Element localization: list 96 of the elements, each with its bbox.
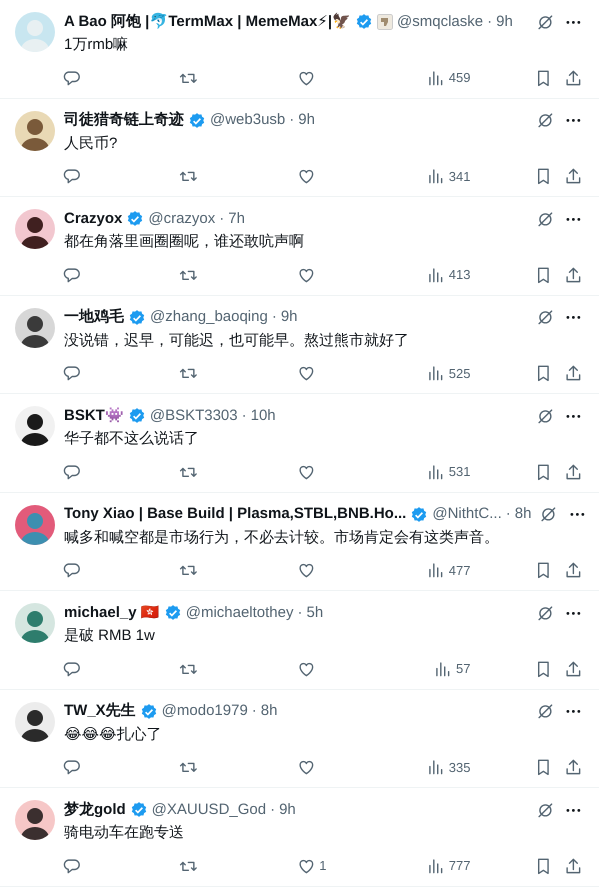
grok-icon[interactable] [536,604,554,622]
views-button[interactable]: 525 [426,364,470,384]
reply-button[interactable] [62,364,81,383]
like-button[interactable] [296,561,316,580]
reply-button[interactable] [62,266,81,284]
views-button[interactable]: 531 [426,462,470,482]
separator-dot: · [242,406,247,426]
post-text: 骑电动车在跑专送 [64,823,185,843]
share-button[interactable] [564,364,583,383]
separator-dot: · [506,504,511,524]
reply-button[interactable] [62,561,81,580]
views-button[interactable]: 57 [433,659,470,679]
post-text: 华子都不这么说话了 [64,429,200,449]
share-button[interactable] [564,167,583,186]
like-button[interactable] [296,758,316,777]
grok-icon[interactable] [536,210,554,228]
bar-chart-icon[interactable] [433,660,452,678]
reply-button[interactable] [62,758,81,777]
bar-chart-icon[interactable] [426,561,445,580]
user-handle[interactable]: @zhang_baoqing [150,306,268,329]
reply-button[interactable] [62,856,81,876]
post-time[interactable]: 7h [228,208,245,230]
reply-button[interactable] [62,68,81,88]
grok-icon[interactable] [536,12,554,32]
bar-chart-icon[interactable] [426,364,445,383]
views-button[interactable]: 459 [426,68,470,88]
bar-chart-icon[interactable] [426,758,445,777]
user-handle[interactable]: @NithtC... [432,503,502,526]
user-handle[interactable]: @michaeltothey [186,602,294,624]
like-button[interactable] [296,167,316,186]
separator-dot: · [272,307,277,328]
post-time[interactable]: 9h [279,798,296,822]
post-text: 1万rmb嘛 [64,35,130,55]
post-time[interactable]: 9h [298,109,315,132]
post-time[interactable]: 9h [280,306,298,329]
like-button[interactable]: 1 [296,856,326,876]
user-name[interactable]: 一地鸡毛 [64,306,124,329]
share-button[interactable] [564,758,583,777]
bar-chart-icon[interactable] [426,68,445,88]
user-name[interactable]: michael_y 🇭🇰 [64,602,160,624]
user-name[interactable]: 司徒猎奇链上奇迹 [64,109,184,132]
post-time[interactable]: 8h [260,700,278,723]
user-name[interactable]: Tony Xiao | Base Build | Plasma,STBL,BNB.Ho... [64,503,406,526]
user-handle[interactable]: @modo1979 [162,700,248,723]
post-text: 没说错，迟早，可能迟，也可能早。熬过熊市就好了 [64,330,410,350]
user-handle[interactable]: @BSKT3303 [150,404,238,428]
grok-icon[interactable] [536,800,554,820]
post-time[interactable]: 9h [496,10,513,34]
post-text: 喊多和喊空都是市场行为，不必去计较。市场肯定会有这类声音。 [64,528,500,548]
views-button[interactable]: 413 [426,265,470,285]
share-button[interactable] [564,660,583,678]
post-time[interactable]: 8h [514,503,532,526]
bar-chart-icon[interactable] [426,266,445,284]
separator-dot: · [252,701,257,722]
post-time[interactable]: 10h [250,404,276,428]
user-name[interactable]: TW_X先生 [64,700,136,723]
bar-chart-icon[interactable] [426,462,445,482]
views-button[interactable]: 777 [426,856,470,876]
affiliate-badge-icon[interactable] [377,14,394,30]
user-name[interactable]: BSKT👾 [64,404,124,428]
user-name[interactable]: 梦龙gold [64,798,126,822]
views-button[interactable]: 341 [426,166,470,186]
views-button[interactable]: 335 [426,758,470,778]
grok-icon[interactable] [536,308,554,327]
share-button[interactable] [564,266,583,284]
post-text: 😂😂😂扎心了 [64,724,163,744]
views-button[interactable]: 477 [426,560,470,580]
share-button[interactable] [564,68,583,88]
share-button[interactable] [564,462,583,482]
post-text: 是破 RMB 1w [64,626,156,646]
grok-icon[interactable] [539,505,558,524]
post-text: 都在角落里画圈圈呢，谁还敢吭声啊 [64,232,305,252]
user-handle[interactable]: @web3usb [210,109,286,132]
grok-icon[interactable] [536,406,554,426]
share-button[interactable] [564,856,583,876]
grok-icon[interactable] [536,702,554,721]
share-button[interactable] [564,561,583,580]
user-name[interactable]: Crazyox [64,208,122,230]
separator-dot: · [219,208,224,229]
separator-dot: · [289,110,294,130]
bar-chart-icon[interactable] [426,167,445,186]
separator-dot: · [487,12,492,32]
user-handle[interactable]: @smqclaske [397,10,484,34]
grok-icon[interactable] [536,111,554,130]
user-handle[interactable]: @XAUUSD_God [152,798,266,822]
user-handle[interactable]: @crazyox [148,208,216,230]
user-name[interactable]: A Bao 阿饱 |🐬TermMax | MemeMax⚡|🦅 [64,10,352,34]
bar-chart-icon[interactable] [426,856,445,876]
separator-dot: · [270,800,276,820]
post-text: 人民币? [64,134,118,154]
post-time[interactable]: 5h [306,602,324,624]
reply-button[interactable] [62,462,81,482]
reply-button[interactable] [62,660,81,678]
like-button[interactable] [296,364,316,383]
separator-dot: · [298,602,302,623]
reply-button[interactable] [62,167,81,186]
